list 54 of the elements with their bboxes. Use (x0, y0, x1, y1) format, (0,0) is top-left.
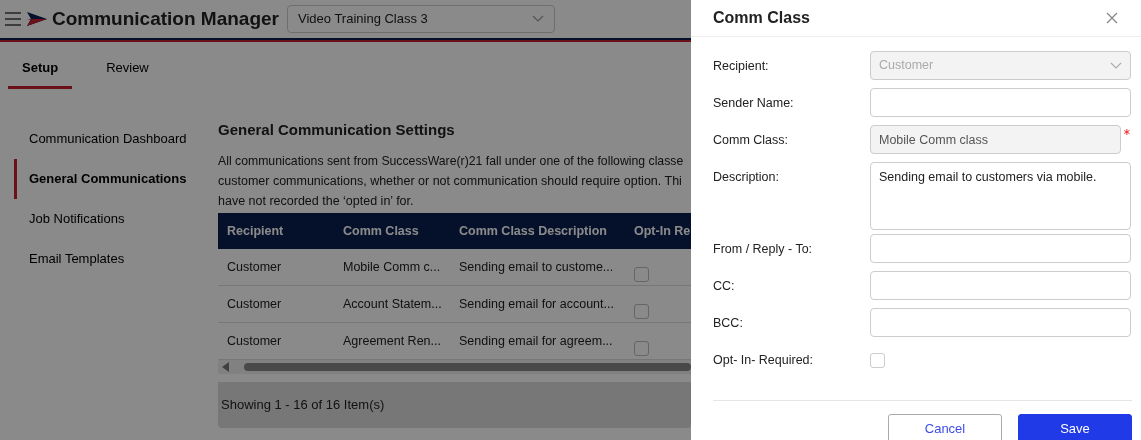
table-cell-text: Mobile Comm c... (342, 258, 442, 276)
menu-icon[interactable] (4, 11, 22, 27)
close-button[interactable] (1105, 11, 1119, 25)
input-field[interactable] (870, 234, 1131, 263)
table-cell-text: Sending email to custome... (458, 258, 615, 276)
table-cell-text: Account Statem... (342, 295, 443, 313)
chevron-down-icon (532, 15, 544, 23)
intro-text-line: have not recorded the ‘opted in’ for. (218, 193, 414, 210)
intro-text-line: All communications sent from SuccessWare(r)21 fall under one of the following classe (218, 153, 684, 170)
table-cell-text: Agreement Ren... (342, 332, 442, 350)
input-field[interactable] (870, 88, 1131, 117)
description-field[interactable]: Sending email to customers via mobile. (870, 162, 1131, 230)
opt-in-checkbox[interactable] (634, 304, 649, 319)
table-cell-text: Customer (226, 332, 283, 350)
scrollbar-thumb[interactable] (244, 363, 691, 371)
tab[interactable]: Review (92, 50, 163, 89)
sidebar-item[interactable]: Communication Dashboard (14, 118, 199, 159)
app-title: Communication Manager (52, 6, 279, 31)
recipient-select: Customer (870, 51, 1131, 80)
field-label: Sender Name: (713, 95, 795, 112)
input-field[interactable] (870, 271, 1131, 300)
pagination-info: Showing 1 - 16 of 16 Item(s) (221, 396, 385, 415)
scroll-left-icon[interactable] (222, 362, 230, 372)
checkbox[interactable] (870, 353, 885, 368)
drawer-title: Comm Class (713, 8, 810, 28)
opt-in-checkbox[interactable] (634, 267, 649, 282)
intro-text-line: customer communications, whether or not communication should require option. Thi (218, 173, 682, 190)
section-heading: General Communication Settings (218, 119, 456, 140)
save-button[interactable]: Save (1018, 414, 1132, 440)
cancel-button[interactable]: Cancel (888, 414, 1002, 440)
field-label: Comm Class: (713, 132, 789, 149)
column-header: Recipient (226, 222, 285, 240)
sidebar-item[interactable]: Email Templates (14, 238, 137, 279)
field-label: Description: (713, 169, 780, 186)
field-label: BCC: (713, 315, 744, 332)
table-cell-text: Sending email for agreem... (458, 332, 614, 350)
sidebar-item[interactable]: Job Notifications (14, 198, 137, 239)
table-cell-text: Customer (226, 295, 283, 313)
sidebar-item[interactable]: General Communications (14, 158, 199, 199)
input-field[interactable] (870, 308, 1131, 337)
chevron-down-icon (1110, 61, 1122, 70)
column-header: Opt-In Re (633, 222, 691, 240)
column-header: Comm Class (342, 222, 420, 240)
table-cell-text: Sending email for account... (458, 295, 615, 313)
field-label: Recipient: (713, 58, 770, 75)
class-select[interactable]: Video Training Class 3 (287, 5, 555, 33)
tab[interactable]: Setup (8, 50, 73, 89)
table-cell-text: Customer (226, 258, 283, 276)
field-label: Opt- In- Required: (713, 352, 815, 369)
flag-logo-icon (26, 11, 48, 27)
field-label: CC: (713, 278, 736, 295)
opt-in-checkbox[interactable] (634, 341, 649, 356)
field-label: From / Reply - To: (713, 241, 814, 258)
column-header: Comm Class Description (458, 222, 608, 240)
